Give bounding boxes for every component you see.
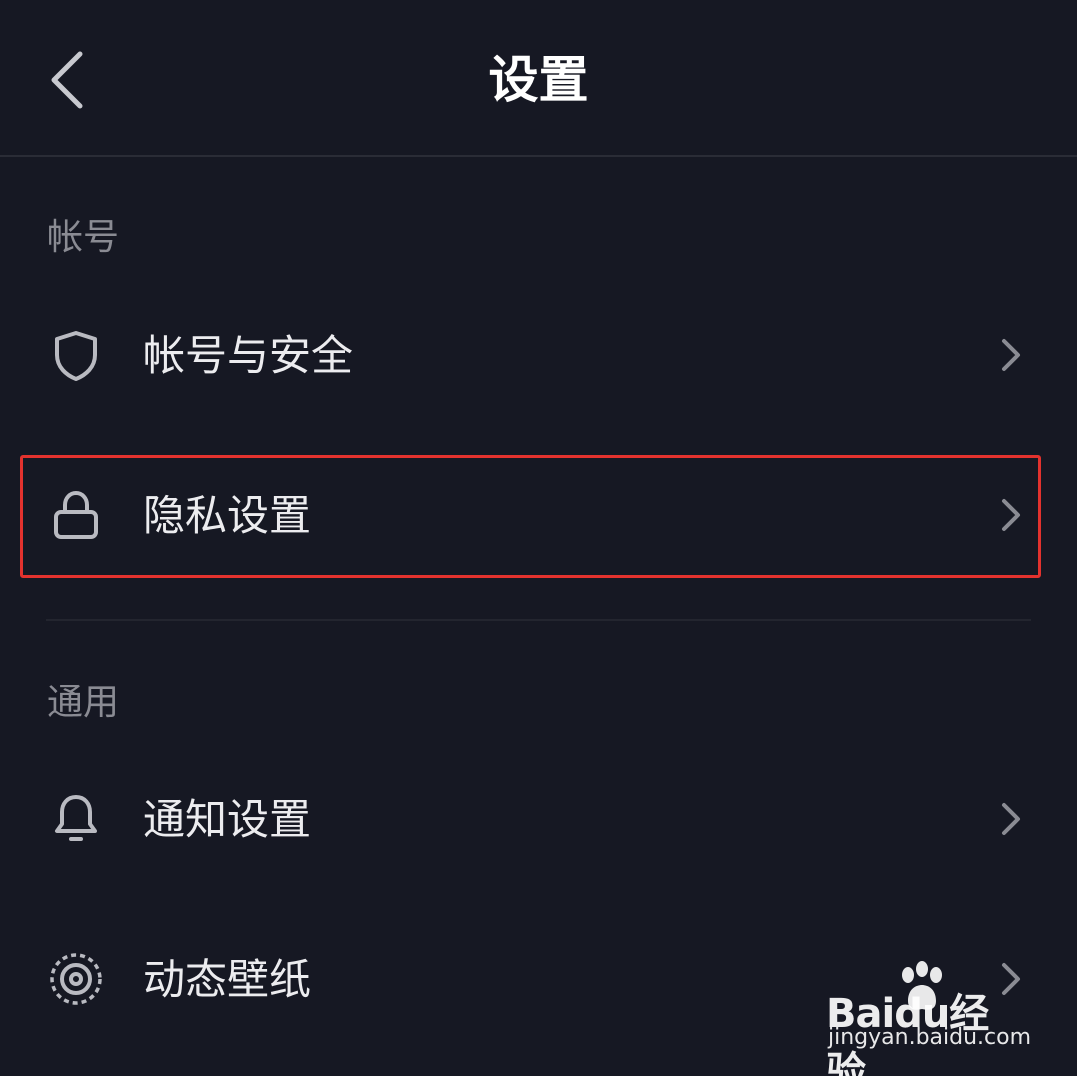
chevron-right-icon bbox=[1002, 499, 1020, 531]
header-divider bbox=[0, 155, 1077, 157]
settings-item-label: 通知设置 bbox=[143, 795, 312, 844]
bell-icon bbox=[55, 795, 97, 841]
settings-item-label: 动态壁纸 bbox=[143, 955, 312, 1004]
settings-item-label: 隐私设置 bbox=[143, 491, 312, 540]
shield-icon bbox=[55, 331, 97, 381]
watermark-url: jingyan.baidu.com bbox=[828, 1025, 1032, 1050]
settings-screen: 设置 帐号 帐号与安全 隐私设置 通用 通知设置 动态壁纸 Baidu经验 ji… bbox=[0, 0, 1077, 1076]
section-divider bbox=[46, 619, 1031, 621]
settings-item-label: 帐号与安全 bbox=[143, 331, 354, 380]
chevron-right-icon bbox=[1002, 803, 1020, 835]
chevron-right-icon bbox=[1002, 339, 1020, 371]
watermark: Baidu经验 jingyan.baidu.com bbox=[826, 955, 1031, 1076]
settings-item-privacy[interactable]: 隐私设置 bbox=[22, 456, 1036, 574]
section-label-general: 通用 bbox=[47, 682, 120, 723]
page-title: 设置 bbox=[488, 51, 589, 109]
settings-item-notifications[interactable]: 通知设置 bbox=[22, 760, 1036, 878]
live-wallpaper-icon bbox=[50, 953, 102, 1005]
lock-icon bbox=[54, 490, 98, 539]
section-label-account: 帐号 bbox=[47, 217, 120, 258]
settings-item-account-security[interactable]: 帐号与安全 bbox=[22, 296, 1036, 414]
header: 设置 bbox=[0, 0, 1077, 157]
